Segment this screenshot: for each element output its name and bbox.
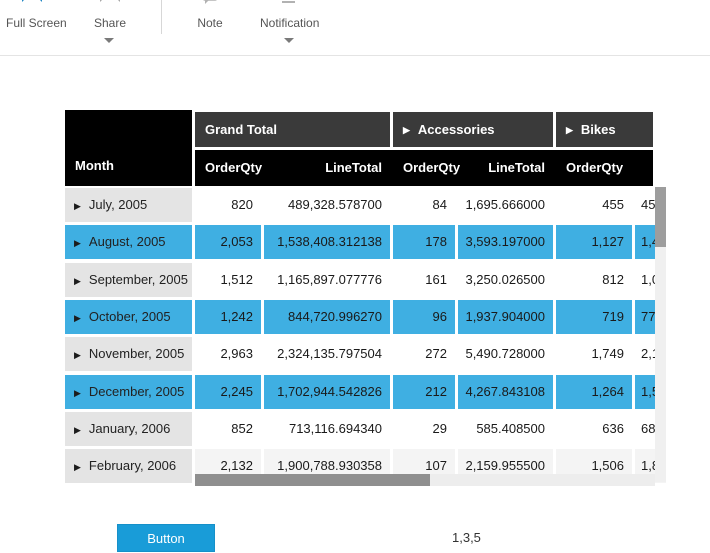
- expand-arrow-icon[interactable]: ▶: [74, 413, 81, 446]
- row-header-cell[interactable]: ▶ December, 2005: [65, 375, 192, 409]
- value-cell[interactable]: 2,053: [195, 225, 261, 259]
- row-header-label: December, 2005: [88, 384, 185, 399]
- row-header-cell[interactable]: ▶ October, 2005: [65, 300, 192, 334]
- expand-arrow-icon[interactable]: ▶: [74, 189, 81, 222]
- value-cell[interactable]: 1,702,944.542826: [264, 375, 390, 409]
- vertical-scrollbar[interactable]: [655, 187, 666, 482]
- row-header-label: August, 2005: [88, 234, 166, 249]
- fullscreen-label: Full Screen: [6, 16, 67, 30]
- expand-arrow-icon[interactable]: ▶: [74, 301, 81, 334]
- value-cell[interactable]: 585.408500: [458, 412, 553, 446]
- horizontal-scrollbar-thumb[interactable]: [195, 474, 430, 486]
- notification-dropdown-caret[interactable]: [284, 38, 294, 43]
- selected-rows-text: 1,3,5: [452, 530, 481, 545]
- notification-icon: [260, 0, 318, 13]
- toolbar-separator: [161, 0, 162, 34]
- share-dropdown-caret[interactable]: [104, 38, 114, 43]
- share-button[interactable]: Share: [88, 0, 132, 30]
- value-cell[interactable]: 2,963: [195, 337, 261, 371]
- value-cell[interactable]: 4,267.843108: [458, 375, 553, 409]
- value-cell[interactable]: 212: [393, 375, 455, 409]
- value-cell[interactable]: 1,165,897.077776: [264, 263, 390, 297]
- value-cell[interactable]: 812: [556, 263, 632, 297]
- value-cell[interactable]: 96: [393, 300, 455, 334]
- row-header-cell[interactable]: ▶ February, 2006: [65, 449, 192, 483]
- col-header-gt-linetotal: LineTotal: [325, 160, 382, 175]
- row-header-label: November, 2005: [88, 346, 185, 361]
- expand-arrow-icon[interactable]: ▶: [566, 113, 573, 147]
- col-header-gt-orderqty: OrderQty: [205, 160, 263, 175]
- value-cell[interactable]: 636: [556, 412, 632, 446]
- value-cell[interactable]: 2,245: [195, 375, 261, 409]
- measure-header-row: OrderQty LineTotal OrderQty LineTotal Or…: [195, 150, 653, 186]
- value-cell[interactable]: 178: [393, 225, 455, 259]
- note-button[interactable]: Note: [192, 0, 228, 30]
- row-header-cell[interactable]: ▶ January, 2006: [65, 412, 192, 446]
- value-cell[interactable]: 852: [195, 412, 261, 446]
- group-header-label: Grand Total: [205, 122, 277, 137]
- group-header-label: Accessories: [417, 122, 495, 137]
- notification-button[interactable]: Notification: [260, 0, 320, 30]
- col-header-bikes-orderqty: OrderQty: [566, 160, 624, 175]
- value-cell[interactable]: 455: [556, 188, 632, 222]
- value-cell[interactable]: 1,512: [195, 263, 261, 297]
- value-cell[interactable]: 713,116.694340: [264, 412, 390, 446]
- notification-label: Notification: [260, 16, 320, 30]
- row-header-cell[interactable]: ▶ November, 2005: [65, 337, 192, 371]
- value-cell[interactable]: 84: [393, 188, 455, 222]
- note-label: Note: [197, 16, 223, 30]
- value-cell[interactable]: 719: [556, 300, 632, 334]
- value-cell[interactable]: 1,749: [556, 337, 632, 371]
- row-header-cell[interactable]: ▶ July, 2005: [65, 188, 192, 222]
- expand-arrow-icon[interactable]: ▶: [74, 226, 81, 259]
- value-cell[interactable]: 3,250.026500: [458, 263, 553, 297]
- col-header-acc-linetotal: LineTotal: [488, 160, 545, 175]
- value-cell[interactable]: 1,538,408.312138: [264, 225, 390, 259]
- expand-arrow-icon[interactable]: ▶: [74, 338, 81, 371]
- value-cell[interactable]: 2,324,135.797504: [264, 337, 390, 371]
- value-cell[interactable]: 29: [393, 412, 455, 446]
- footer-button[interactable]: Button: [117, 524, 215, 552]
- row-header-cell[interactable]: ▶ August, 2005: [65, 225, 192, 259]
- value-cell[interactable]: 1,264: [556, 375, 632, 409]
- fullscreen-button[interactable]: Full Screen: [6, 0, 67, 30]
- value-cell[interactable]: 1,242: [195, 300, 261, 334]
- row-header-cell[interactable]: ▶ September, 2005: [65, 263, 192, 297]
- row-header-label: February, 2006: [88, 458, 177, 473]
- row-header-label: July, 2005: [88, 197, 148, 212]
- value-cell[interactable]: 3,593.197000: [458, 225, 553, 259]
- note-icon: [192, 0, 228, 13]
- value-cell[interactable]: 5,490.728000: [458, 337, 553, 371]
- month-header-cell: Month: [65, 110, 192, 186]
- group-header-label: Bikes: [580, 122, 616, 137]
- share-label: Share: [93, 16, 127, 30]
- value-cell[interactable]: 1,937.904000: [458, 300, 553, 334]
- value-cell[interactable]: 489,328.578700: [264, 188, 390, 222]
- col-header-acc-orderqty: OrderQty: [403, 160, 461, 175]
- page: Full Screen Share Note Notification Mont…: [0, 0, 710, 553]
- row-header-label: January, 2006: [88, 421, 171, 436]
- row-header-label: October, 2005: [88, 309, 171, 324]
- value-cell[interactable]: 1,127: [556, 225, 632, 259]
- expand-arrow-icon[interactable]: ▶: [403, 113, 410, 147]
- pivot-grid: Month Grand Total ▶ Accessories ▶ Bikes Or…: [65, 110, 666, 486]
- value-cell[interactable]: 820: [195, 188, 261, 222]
- value-cell[interactable]: 272: [393, 337, 455, 371]
- vertical-scrollbar-thumb[interactable]: [655, 187, 666, 247]
- row-header-label: September, 2005: [88, 272, 188, 287]
- group-header-accessories[interactable]: ▶ Accessories: [393, 112, 553, 147]
- expand-arrow-icon[interactable]: ▶: [74, 264, 81, 297]
- share-icon: [88, 0, 132, 13]
- value-cell[interactable]: 161: [393, 263, 455, 297]
- value-cell[interactable]: 844,720.996270: [264, 300, 390, 334]
- fullscreen-icon: [6, 0, 58, 13]
- expand-arrow-icon[interactable]: ▶: [74, 376, 81, 409]
- group-header-grand-total[interactable]: Grand Total: [195, 112, 390, 147]
- toolbar: Full Screen Share Note Notification: [0, 0, 710, 56]
- horizontal-scrollbar[interactable]: [195, 474, 655, 486]
- value-cell[interactable]: 1,695.666000: [458, 188, 553, 222]
- group-header-bikes[interactable]: ▶ Bikes: [556, 112, 653, 147]
- expand-arrow-icon[interactable]: ▶: [74, 450, 81, 483]
